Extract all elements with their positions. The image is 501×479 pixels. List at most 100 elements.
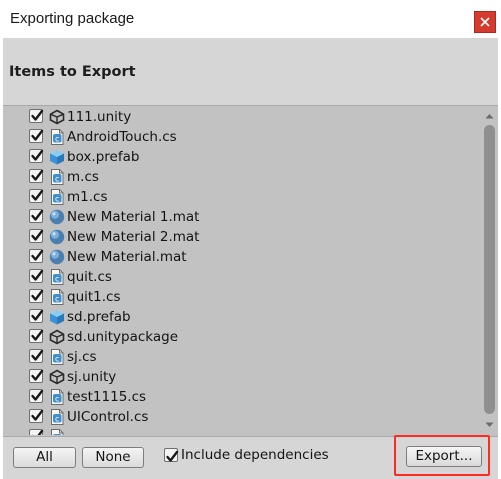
export-list-item[interactable]: c m1.cs xyxy=(3,188,480,208)
checkmark-icon xyxy=(31,189,44,201)
item-checkbox[interactable] xyxy=(29,329,44,343)
item-label: m.cs xyxy=(67,169,99,185)
checkmark-icon xyxy=(31,149,44,161)
item-checkbox[interactable] xyxy=(29,429,44,435)
svg-text:c: c xyxy=(55,414,59,423)
item-checkbox[interactable] xyxy=(29,309,44,323)
close-button[interactable] xyxy=(474,11,496,33)
unity-scene-icon xyxy=(49,369,65,385)
item-checkbox[interactable] xyxy=(29,189,44,203)
prefab-cube-icon xyxy=(49,149,65,165)
none-button[interactable]: None xyxy=(82,447,144,468)
checkmark-icon xyxy=(31,129,44,141)
window-title: Exporting package xyxy=(10,10,135,27)
dialog-footer: All None Include dependencies Export... xyxy=(3,435,498,479)
unity-scene-icon xyxy=(49,109,65,125)
item-label: New Material 1.mat xyxy=(67,209,200,225)
item-checkbox[interactable] xyxy=(29,109,44,123)
item-checkbox[interactable] xyxy=(29,289,44,303)
export-list-item[interactable]: c xyxy=(3,428,480,435)
item-label: AndroidTouch.cs xyxy=(67,129,177,145)
material-sphere-icon xyxy=(49,249,65,265)
checkmark-icon xyxy=(166,450,179,462)
item-label: New Material.mat xyxy=(67,249,187,265)
item-label: sj.unity xyxy=(67,369,117,385)
checkmark-icon xyxy=(31,409,44,421)
item-checkbox[interactable] xyxy=(29,169,44,183)
csharp-script-icon: c xyxy=(49,429,65,435)
svg-text:c: c xyxy=(55,294,59,303)
dialog-body: Items to Export 111.unity c AndroidTouch.c… xyxy=(3,38,498,479)
export-list-item[interactable]: sd.unitypackage xyxy=(3,328,480,348)
material-sphere-icon xyxy=(49,209,65,225)
export-list-item[interactable]: c test1115.cs xyxy=(3,388,480,408)
export-button-highlight xyxy=(394,435,490,476)
checkmark-icon xyxy=(31,309,44,321)
item-checkbox[interactable] xyxy=(29,269,44,283)
export-list-item[interactable]: sj.unity xyxy=(3,368,480,388)
item-label: sd.unitypackage xyxy=(67,329,179,345)
checkmark-icon xyxy=(31,289,44,301)
csharp-script-icon: c xyxy=(49,389,65,405)
export-list-item[interactable]: New Material.mat xyxy=(3,248,480,268)
item-checkbox[interactable] xyxy=(29,369,44,383)
checkmark-icon xyxy=(31,249,44,261)
scroll-down-arrow-icon[interactable] xyxy=(485,422,494,428)
checkmark-icon xyxy=(31,229,44,241)
item-label: m1.cs xyxy=(67,189,108,205)
item-checkbox[interactable] xyxy=(29,149,44,163)
item-label: New Material 2.mat xyxy=(67,229,200,245)
title-bar: Exporting package xyxy=(0,0,501,38)
unity-package-icon xyxy=(49,329,65,345)
export-list-item[interactable]: box.prefab xyxy=(3,148,480,168)
close-icon xyxy=(480,17,490,27)
checkmark-icon xyxy=(31,429,44,435)
checkmark-icon xyxy=(31,109,44,121)
vertical-scrollbar[interactable] xyxy=(481,108,498,435)
export-list-item[interactable]: c quit1.cs xyxy=(3,288,480,308)
export-package-window: Exporting package Items to Export 111.un… xyxy=(0,0,501,479)
item-checkbox[interactable] xyxy=(29,209,44,223)
export-list-item[interactable]: c AndroidTouch.cs xyxy=(3,128,480,148)
include-dependencies-label[interactable]: Include dependencies xyxy=(181,447,329,463)
prefab-cube-icon xyxy=(49,309,65,325)
item-label: UIControl.cs xyxy=(67,409,149,425)
item-label: box.prefab xyxy=(67,149,140,165)
all-button[interactable]: All xyxy=(13,447,76,468)
item-checkbox[interactable] xyxy=(29,389,44,403)
csharp-script-icon: c xyxy=(49,189,65,205)
export-list-item[interactable]: c UIControl.cs xyxy=(3,408,480,428)
export-list-item[interactable]: c quit.cs xyxy=(3,268,480,288)
export-list-item[interactable]: c m.cs xyxy=(3,168,480,188)
dialog-header: Items to Export xyxy=(3,38,498,106)
checkmark-icon xyxy=(31,209,44,221)
item-checkbox[interactable] xyxy=(29,129,44,143)
export-list-item[interactable]: 111.unity xyxy=(3,108,480,128)
csharp-script-icon: c xyxy=(49,169,65,185)
csharp-script-icon: c xyxy=(49,409,65,425)
export-list-item[interactable]: sd.prefab xyxy=(3,308,480,328)
csharp-script-icon: c xyxy=(49,289,65,305)
svg-text:c: c xyxy=(55,354,59,363)
checkmark-icon xyxy=(31,349,44,361)
scrollbar-thumb[interactable] xyxy=(484,125,495,414)
scroll-up-arrow-icon[interactable] xyxy=(485,113,494,119)
checkmark-icon xyxy=(31,369,44,381)
svg-text:c: c xyxy=(55,174,59,183)
item-checkbox[interactable] xyxy=(29,229,44,243)
csharp-script-icon: c xyxy=(49,349,65,365)
item-label: quit1.cs xyxy=(67,289,121,305)
item-checkbox[interactable] xyxy=(29,409,44,423)
csharp-script-icon: c xyxy=(49,269,65,285)
csharp-script-icon: c xyxy=(49,129,65,145)
item-checkbox[interactable] xyxy=(29,349,44,363)
material-sphere-icon xyxy=(49,229,65,245)
include-dependencies-checkbox[interactable] xyxy=(164,448,179,462)
item-checkbox[interactable] xyxy=(29,249,44,263)
checkmark-icon xyxy=(31,389,44,401)
checkmark-icon xyxy=(31,329,44,341)
export-list-item[interactable]: New Material 1.mat xyxy=(3,208,480,228)
export-list-item[interactable]: New Material 2.mat xyxy=(3,228,480,248)
svg-text:c: c xyxy=(55,434,59,435)
export-list-item[interactable]: c sj.cs xyxy=(3,348,480,368)
